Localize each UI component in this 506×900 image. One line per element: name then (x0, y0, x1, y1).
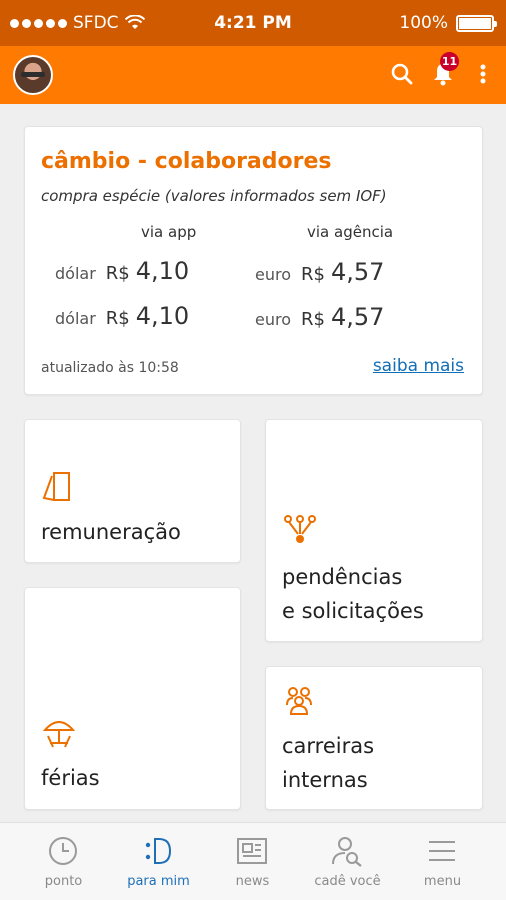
tab-menu[interactable]: menu (392, 823, 493, 900)
tile-label: férias (41, 766, 100, 790)
tile-label-line2: internas (282, 768, 368, 792)
notification-badge: 11 (440, 52, 459, 71)
battery-group: 100% (399, 13, 497, 33)
search-icon[interactable] (390, 61, 414, 87)
tab-para-mim[interactable]: para mim (108, 823, 209, 900)
tab-label: menu (423, 874, 462, 889)
tab-ponto[interactable]: ponto (13, 823, 114, 900)
tile-label-line2: e solicitações (282, 599, 424, 623)
tab-label: para mim (127, 874, 190, 889)
rate-symbol: R$ (105, 308, 130, 329)
para-mim-icon (145, 838, 172, 864)
tab-label: news (235, 874, 270, 889)
status-bar: SFDC 4:21 PM 100% (0, 0, 506, 46)
rate-agency-1: euro R$ 4,57 (255, 258, 384, 286)
rate-currency: euro (255, 265, 291, 284)
rate-currency: dólar (55, 309, 96, 328)
rate-agency-2: euro R$ 4,57 (255, 303, 384, 331)
tab-label: cadê você (314, 874, 381, 889)
beach-umbrella-icon (42, 721, 76, 748)
card-title: câmbio - colaboradores (41, 149, 332, 174)
rate-symbol: R$ (105, 263, 130, 284)
tile-remuneracao[interactable]: remuneração (24, 419, 241, 563)
rate-symbol: R$ (301, 309, 325, 330)
tile-label-line1: carreiras (282, 734, 375, 758)
rate-currency: dólar (55, 264, 96, 283)
battery-icon (456, 14, 497, 32)
tile-pendencias[interactable]: pendências e solicitações (265, 419, 483, 642)
rate-symbol: R$ (301, 264, 325, 285)
tile-ferias[interactable]: férias (24, 587, 241, 810)
app-header (0, 46, 506, 104)
saiba-mais-link[interactable]: saiba mais (373, 356, 464, 376)
hamburger-menu-icon (429, 841, 455, 861)
rate-value: 4,57 (330, 258, 385, 286)
clock-icon (49, 837, 77, 865)
card-subtitle: compra espécie (valores informados sem I… (41, 187, 387, 205)
rate-value: 4,10 (135, 257, 190, 285)
updated-timestamp: atualizado às 10:58 (41, 360, 179, 376)
pendencias-icon (284, 515, 316, 543)
tab-label: ponto (44, 874, 83, 889)
rate-currency: euro (255, 310, 291, 329)
remuneracao-icon (42, 472, 70, 501)
avatar[interactable] (13, 55, 53, 95)
column-header-agency: via agência (307, 223, 394, 241)
more-vertical-icon[interactable] (478, 61, 488, 87)
tile-carreiras[interactable]: carreiras internas (265, 666, 483, 810)
tab-news[interactable]: news (202, 823, 303, 900)
tile-label: remuneração (41, 520, 181, 544)
rate-app-1: dólar R$ 4,10 (55, 257, 189, 285)
column-header-app: via app (141, 223, 197, 241)
rate-app-2: dólar R$ 4,10 (55, 302, 189, 330)
exchange-rate-card: câmbio - colaboradores compra espécie (v… (24, 126, 483, 395)
bottom-tab-bar: ponto para mim news cadê você menu (0, 822, 506, 900)
people-group-icon (286, 687, 312, 715)
battery-percent: 100% (399, 13, 448, 33)
rate-value: 4,57 (330, 303, 385, 331)
newspaper-icon (237, 838, 267, 864)
tab-cade-voce[interactable]: cadê você (297, 823, 398, 900)
rate-value: 4,10 (135, 302, 190, 330)
tile-label-line1: pendências (282, 565, 403, 589)
person-search-icon (332, 837, 362, 867)
